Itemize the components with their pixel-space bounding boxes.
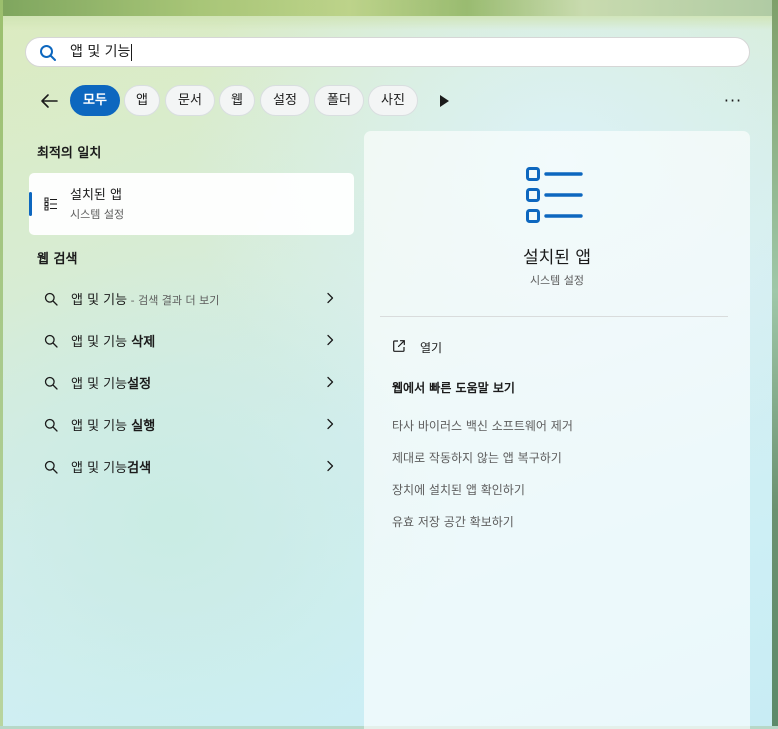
search-icon <box>44 376 58 390</box>
web-result-label: 앱 및 기능검색 <box>71 457 151 476</box>
web-result-bold: 실행 <box>131 419 156 434</box>
wallpaper-right-edge <box>772 0 778 729</box>
web-result-label: 앱 및 기능 - 검색 결과 더 보기 <box>71 289 219 308</box>
search-icon <box>44 418 58 432</box>
web-result-text: 앱 및 기능 <box>71 377 128 392</box>
best-match-result[interactable]: 설치된 앱 시스템 설정 <box>29 173 354 235</box>
filter-chip-folders[interactable]: 폴더 <box>314 85 364 116</box>
web-result-text: 앱 및 기능 <box>71 335 132 350</box>
help-link[interactable]: 장치에 설치된 앱 확인하기 <box>392 481 525 498</box>
web-result-label: 앱 및 기능 실행 <box>71 415 155 434</box>
help-link[interactable]: 제대로 작동하지 않는 앱 복구하기 <box>392 449 562 466</box>
installed-apps-large-icon <box>526 167 583 223</box>
web-result-text: 앱 및 기능 <box>71 419 132 434</box>
wallpaper-left-edge <box>0 0 3 729</box>
web-result-suffix: - 검색 결과 더 보기 <box>127 294 220 307</box>
filter-chip-apps[interactable]: 앱 <box>124 85 160 116</box>
chevron-right-icon <box>327 292 334 304</box>
chevron-right-icon <box>327 376 334 388</box>
chevron-right-icon <box>327 460 334 472</box>
web-result-item[interactable]: 앱 및 기능 삭제 <box>29 320 354 360</box>
wallpaper-top-edge <box>0 0 778 30</box>
filter-chip-web[interactable]: 웹 <box>219 85 255 116</box>
search-icon <box>40 45 56 61</box>
installed-apps-icon <box>44 197 57 211</box>
chevron-right-icon <box>327 334 334 346</box>
chevron-right-icon <box>327 418 334 430</box>
more-filters-play-icon[interactable] <box>437 93 451 109</box>
web-result-text: 앱 및 기능 <box>71 461 128 476</box>
preview-divider <box>380 316 728 317</box>
filter-chip-all[interactable]: 모두 <box>70 85 120 116</box>
web-result-item[interactable]: 앱 및 기능설정 <box>29 362 354 402</box>
web-result-bold: 삭제 <box>131 335 156 350</box>
open-label: 열기 <box>420 341 443 355</box>
web-result-item[interactable]: 앱 및 기능 실행 <box>29 404 354 444</box>
search-icon <box>44 292 58 306</box>
best-match-header: 최적의 일치 <box>37 146 102 161</box>
back-arrow-icon <box>41 94 58 108</box>
best-match-subtitle: 시스템 설정 <box>70 208 125 221</box>
preview-subtitle: 시스템 설정 <box>529 274 585 287</box>
quick-help-header: 웹에서 빠른 도움말 보기 <box>392 381 515 395</box>
back-button[interactable] <box>36 88 62 114</box>
text-caret <box>131 43 133 61</box>
open-external-icon <box>393 340 405 352</box>
web-result-bold: 검색 <box>127 461 152 476</box>
filter-chip-photos[interactable]: 사진 <box>368 85 418 116</box>
search-icon <box>44 460 58 474</box>
selection-accent <box>29 192 32 216</box>
search-query-text: 앱 및 기능 <box>70 43 133 61</box>
open-button[interactable]: 열기 <box>388 335 728 359</box>
web-search-header: 웹 검색 <box>37 252 78 267</box>
more-options-button[interactable]: ··· <box>720 90 746 112</box>
search-input[interactable]: 앱 및 기능 <box>25 37 750 67</box>
web-result-text: 앱 및 기능 <box>71 293 128 308</box>
best-match-title: 설치된 앱 <box>70 188 122 203</box>
start-search-window: 앱 및 기능 모두 앱 문서 웹 설정 폴더 사진 ··· 최적의 일치 설치된… <box>0 0 778 729</box>
web-result-item[interactable]: 앱 및 기능 - 검색 결과 더 보기 <box>29 278 354 318</box>
help-link[interactable]: 타사 바이러스 백신 소프트웨어 제거 <box>392 417 573 434</box>
filter-chip-documents[interactable]: 문서 <box>165 85 215 116</box>
help-link[interactable]: 유효 저장 공간 확보하기 <box>392 513 514 530</box>
filter-chip-settings[interactable]: 설정 <box>260 85 310 116</box>
web-result-bold: 설정 <box>127 377 152 392</box>
web-result-item[interactable]: 앱 및 기능검색 <box>29 446 354 486</box>
web-result-label: 앱 및 기능설정 <box>71 373 151 392</box>
web-result-label: 앱 및 기능 삭제 <box>71 331 155 350</box>
preview-panel: 설치된 앱 시스템 설정 열기 웹에서 빠른 도움말 보기 타사 바이러스 백신… <box>364 131 750 729</box>
search-query: 앱 및 기능 <box>70 44 131 60</box>
preview-title: 설치된 앱 <box>523 248 591 268</box>
search-icon <box>44 334 58 348</box>
